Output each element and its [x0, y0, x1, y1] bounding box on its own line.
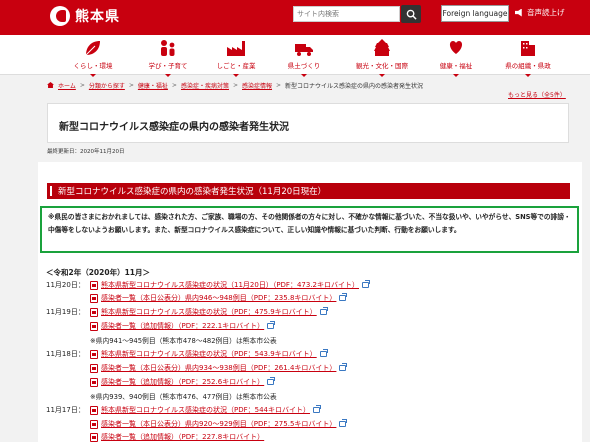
pdf-link[interactable]: 熊本県新型コロナウイルス感染症の状況（11月20日）（PDF：473.2キロバイ… [101, 280, 359, 290]
period-heading: ＜令和2年（2020年）11月＞ [46, 268, 151, 277]
entry-date: 11月20日： [46, 281, 85, 289]
external-link-icon [319, 307, 328, 315]
list-item: 11月19日： 熊本県新型コロナウイルス感染症の状況（PDF：475.9キロバイ… [46, 306, 328, 318]
nav-item-learning[interactable]: 学び・子育て [138, 38, 198, 77]
notice-box: ※県民の皆さまにおかれましては、感染された方、ご家族、職場の方、その他関係者の方… [40, 206, 579, 253]
more-link[interactable]: もっと見る（全5件） [508, 90, 566, 99]
pdf-link[interactable]: 感染者一覧（追加情報）（PDF：222.1キロバイト） [101, 321, 264, 331]
list-item: 11月20日： 熊本県新型コロナウイルス感染症の状況（11月20日）（PDF：4… [46, 279, 370, 291]
family-icon [161, 40, 175, 56]
list-item: 11月17日： 熊本県新型コロナウイルス感染症の状況（PDF：544キロバイト） [46, 404, 321, 416]
list-item: 11月18日： 熊本県新型コロナウイルス感染症の状況（PDF：543.9キロバイ… [46, 348, 328, 360]
search-icon [406, 9, 417, 20]
category-nav: くらし・環境 学び・子育て しごと・産業 県土づくり 観光・文化・国際 健康・福… [0, 35, 590, 77]
breadcrumb-home[interactable]: ホーム [58, 81, 76, 90]
page-title: 新型コロナウイルス感染症の県内の感染者発生状況 [59, 122, 289, 133]
nav-item-work[interactable]: しごと・産業 [206, 38, 266, 77]
pdf-icon [90, 321, 98, 331]
nav-item-tourism[interactable]: 観光・文化・国際 [352, 38, 412, 77]
search-button[interactable] [401, 5, 421, 23]
voice-readout-label: 音声読上げ [527, 8, 565, 17]
pdf-link[interactable]: 感染者一覧（本日公表分）県内920～929例目（PDF：275.5キロバイト） [101, 419, 336, 429]
pdf-icon [90, 307, 98, 317]
pdf-icon [90, 419, 98, 429]
entry-date: 11月17日： [46, 406, 85, 414]
search-input[interactable] [293, 6, 400, 22]
pdf-icon [90, 377, 98, 387]
entry-date: 11月18日： [46, 350, 85, 358]
external-link-icon [339, 293, 348, 301]
pdf-link[interactable]: 感染者一覧（本日公表分）県内934～938例目（PDF：261.4キロバイト） [101, 363, 336, 373]
breadcrumb-category[interactable]: 分類から探す [89, 81, 125, 90]
pdf-link[interactable]: 感染者一覧（本日公表分）県内946～948例目（PDF：235.8キロバイト） [101, 293, 336, 303]
logo-text: 熊本県 [75, 9, 120, 25]
nav-item-infrastructure[interactable]: 県土づくり [274, 38, 334, 77]
entry-note: ※県内939、940例目（熊本市476、477例目）は熊本市公表 [90, 393, 277, 401]
pdf-icon [90, 349, 98, 359]
pdf-link[interactable]: 感染者一覧（追加情報）（PDF：227.8キロバイト） [101, 432, 264, 442]
section-header: 新型コロナウイルス感染症の県内の感染者発生状況（11月20日現在） [47, 183, 570, 199]
factory-icon [227, 41, 245, 56]
entry-note: ※県内941～945例目（熊本市478～482例目）は熊本市公表 [90, 337, 277, 345]
list-item: 感染者一覧（本日公表分）県内920～929例目（PDF：275.5キロバイト） [46, 418, 348, 430]
nav-item-living[interactable]: くらし・環境 [63, 38, 123, 77]
voice-readout-button[interactable]: 音声読上げ [515, 7, 565, 18]
breadcrumb: ホーム > 分類から探す > 健康・福祉 > 感染症・疾病対策 > 感染症情報 … [47, 80, 567, 90]
external-link-icon [319, 349, 328, 357]
external-link-icon [313, 405, 321, 413]
pdf-link[interactable]: 熊本県新型コロナウイルス感染症の状況（PDF：544キロバイト） [101, 405, 310, 415]
site-header: 熊本県 Foreign language 音声読上げ [0, 0, 590, 35]
external-link-icon [362, 280, 370, 288]
leaf-icon [85, 41, 100, 56]
pdf-link[interactable]: 熊本県新型コロナウイルス感染症の状況（PDF：475.9キロバイト） [101, 307, 317, 317]
page-title-box: 新型コロナウイルス感染症の県内の感染者発生状況 [47, 103, 569, 143]
breadcrumb-disease[interactable]: 感染症・疾病対策 [181, 81, 229, 90]
list-item: 感染者一覧（追加情報）（PDF：227.8キロバイト） [46, 431, 264, 442]
pdf-link[interactable]: 感染者一覧（追加情報）（PDF：252.6キロバイト） [101, 377, 264, 387]
breadcrumb-current: 新型コロナウイルス感染症の県内の感染者発生状況 [285, 82, 424, 90]
external-link-icon [267, 321, 276, 329]
pdf-icon [90, 293, 98, 303]
external-link-icon [267, 377, 276, 385]
site-logo[interactable]: 熊本県 [50, 6, 120, 26]
foreign-language-button[interactable]: Foreign language [441, 5, 509, 22]
list-item: 感染者一覧（本日公表分）県内934～938例目（PDF：261.4キロバイト） [46, 362, 348, 374]
list-item: 感染者一覧（追加情報）（PDF：252.6キロバイト） [46, 376, 276, 388]
heart-hands-icon [449, 41, 463, 54]
breadcrumb-infection-info[interactable]: 感染症情報 [242, 81, 272, 90]
breadcrumb-health[interactable]: 健康・福祉 [138, 81, 168, 90]
entry-date: 11月19日： [46, 308, 85, 316]
external-link-icon [339, 363, 348, 371]
list-item: 感染者一覧（本日公表分）県内946～948例目（PDF：235.8キロバイト） [46, 292, 348, 304]
building-icon [521, 41, 535, 56]
speaker-icon [515, 8, 522, 17]
kumamoto-logo-icon [50, 6, 70, 26]
castle-icon [374, 39, 390, 56]
truck-icon [295, 44, 313, 56]
list-item: 感染者一覧（追加情報）（PDF：222.1キロバイト） [46, 320, 276, 332]
last-updated: 最終更新日：2020年11月20日 [47, 149, 125, 155]
pdf-icon [90, 405, 98, 415]
home-icon [47, 82, 54, 88]
nav-item-health[interactable]: 健康・福祉 [426, 38, 486, 77]
pdf-icon [90, 363, 98, 373]
nav-item-government[interactable]: 県の組織・県政 [498, 38, 558, 77]
pdf-icon [90, 432, 98, 442]
pdf-link[interactable]: 熊本県新型コロナウイルス感染症の状況（PDF：543.9キロバイト） [101, 349, 317, 359]
pdf-icon [90, 280, 98, 290]
external-link-icon [339, 419, 348, 427]
